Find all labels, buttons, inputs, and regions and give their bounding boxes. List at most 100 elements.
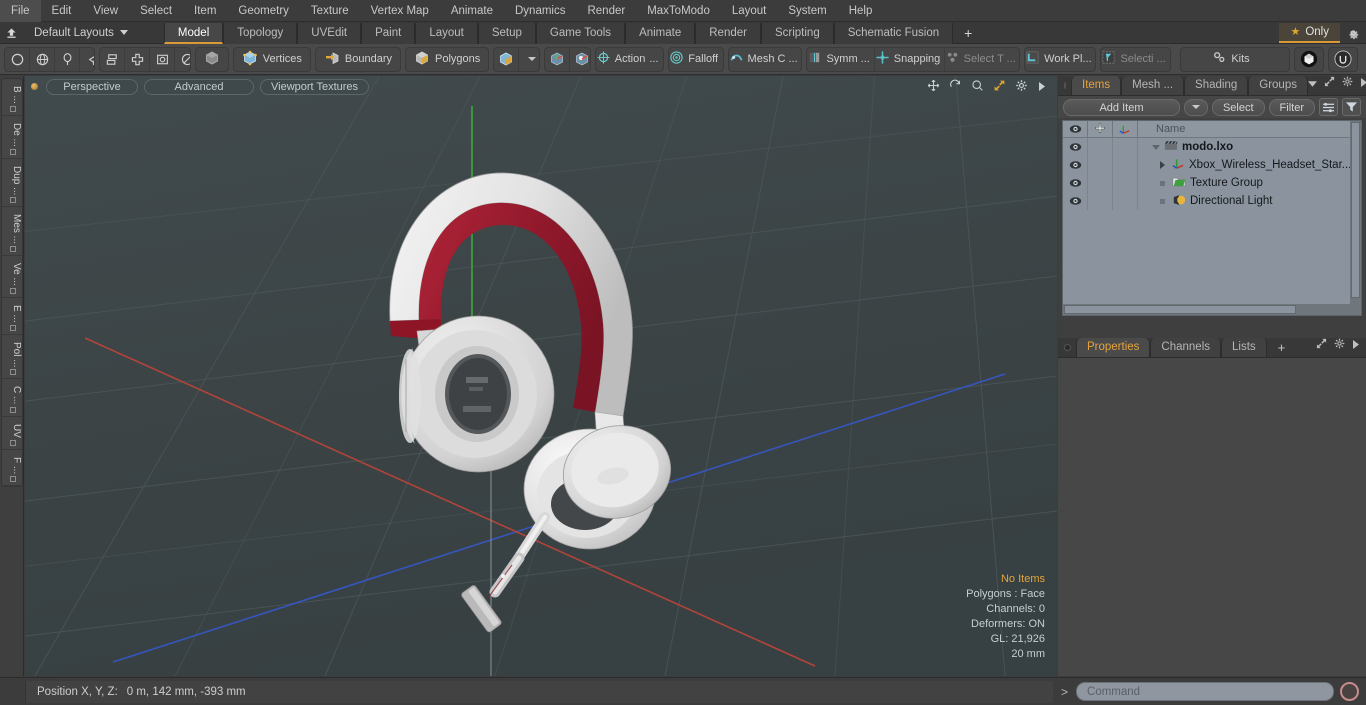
left-tab-polygon[interactable]: Pol ... <box>2 334 22 380</box>
tab-setup[interactable]: Setup <box>477 22 536 44</box>
menu-item-geometry[interactable]: Geometry <box>227 0 300 22</box>
add-item-chevron-icon[interactable] <box>1183 98 1208 116</box>
record-circle-icon[interactable] <box>1340 682 1359 701</box>
chevron-down-icon[interactable] <box>119 30 128 35</box>
mesh-constraint-button[interactable]: Mesh C ... <box>729 48 802 71</box>
connected-select-icon[interactable] <box>100 47 126 71</box>
left-tab-duplicate[interactable]: Dup ... <box>2 158 22 208</box>
menu-item-vertex-map[interactable]: Vertex Map <box>360 0 440 22</box>
tab-properties[interactable]: Properties <box>1076 338 1151 357</box>
select-through-button[interactable]: Select T ... <box>945 48 1019 71</box>
mode-vertices-button[interactable]: Vertices <box>232 46 311 72</box>
menu-item-file[interactable]: File <box>0 0 41 22</box>
tab-model[interactable]: Model <box>163 22 224 44</box>
move-view-icon[interactable] <box>927 79 940 97</box>
default-layouts-label[interactable]: Default Layouts <box>22 27 118 39</box>
filter-button[interactable]: Filter <box>1268 98 1315 116</box>
snapping-button[interactable]: Snapping <box>875 47 946 71</box>
add-tab-button[interactable]: + <box>953 23 983 44</box>
tab-paint[interactable]: Paint <box>361 22 416 44</box>
tab-uvedit[interactable]: UVEdit <box>297 22 362 44</box>
expand-select-icon[interactable] <box>125 47 151 71</box>
more-icon[interactable] <box>1360 74 1366 92</box>
gear-icon[interactable] <box>1342 74 1353 92</box>
pivot-axis-icon[interactable] <box>570 48 590 71</box>
work-plane-button[interactable]: Work Pl... <box>1025 48 1095 71</box>
left-tab-basic[interactable]: B ... <box>2 79 22 116</box>
command-input[interactable] <box>1076 682 1334 701</box>
menu-item-dynamics[interactable]: Dynamics <box>504 0 576 22</box>
tab-lists[interactable]: Lists <box>1221 338 1267 357</box>
expand-icon[interactable] <box>1324 74 1335 92</box>
kits-button[interactable]: Kits <box>1181 48 1285 71</box>
item-mode-button[interactable] <box>194 46 229 72</box>
tab-game-tools[interactable]: Game Tools <box>535 22 626 44</box>
items-panel-dot[interactable] <box>1064 82 1066 89</box>
items-tree-vscrollbar-thumb[interactable] <box>1351 122 1360 298</box>
selection-set-button[interactable]: Selecti ... <box>1101 48 1169 71</box>
viewport-shading-button[interactable]: Advanced <box>144 78 254 95</box>
tab-schematic-fusion[interactable]: Schematic Fusion <box>833 22 954 44</box>
properties-add-tab-button[interactable]: + <box>1267 338 1297 357</box>
zoom-view-icon[interactable] <box>971 79 984 97</box>
left-tab-mesh[interactable]: Mes ... <box>2 207 22 257</box>
globe-select-icon[interactable] <box>30 47 55 71</box>
left-tab-uv[interactable]: UV <box>2 416 22 450</box>
fit-view-icon[interactable] <box>993 79 1006 97</box>
center-axis-icon[interactable] <box>545 47 570 71</box>
modo-logo-icon[interactable] <box>1294 46 1324 72</box>
select-button[interactable]: Select <box>1211 98 1265 116</box>
unreal-logo-icon[interactable] <box>1328 46 1358 72</box>
tab-animate[interactable]: Animate <box>625 22 696 44</box>
menu-item-layout[interactable]: Layout <box>721 0 778 22</box>
mode-boundary-button[interactable]: Boundary <box>314 46 402 72</box>
row-visibility-toggle[interactable] <box>1063 174 1088 192</box>
row-visibility-toggle[interactable] <box>1063 156 1088 174</box>
only-toggle-button[interactable]: ★ Only <box>1279 22 1340 43</box>
table-row[interactable]: Directional Light <box>1063 192 1361 210</box>
viewport-gear-icon[interactable] <box>1015 79 1028 97</box>
table-row[interactable]: Xbox_Wireless_Headset_Star... <box>1063 156 1361 174</box>
paint-select-icon[interactable] <box>80 48 95 71</box>
circle-select-icon[interactable] <box>5 47 30 71</box>
rotate-view-icon[interactable] <box>949 79 962 97</box>
left-tab-fusion[interactable]: F ... <box>2 449 22 486</box>
menu-item-system[interactable]: System <box>777 0 837 22</box>
menu-item-texture[interactable]: Texture <box>300 0 360 22</box>
tab-shading[interactable]: Shading <box>1184 76 1249 95</box>
tab-scripting[interactable]: Scripting <box>760 22 834 44</box>
viewport-projection-button[interactable]: Perspective <box>46 78 138 95</box>
gear-icon[interactable] <box>1340 26 1366 40</box>
viewport-more-icon[interactable] <box>1037 79 1047 97</box>
items-tree-vscrollbar[interactable] <box>1350 121 1361 304</box>
action-center-button[interactable]: Action ... <box>596 48 663 71</box>
row-visibility-toggle[interactable] <box>1063 138 1088 156</box>
items-tree-hscrollbar[interactable] <box>1063 304 1361 315</box>
menu-item-maxtomodo[interactable]: MaxToModo <box>636 0 721 22</box>
viewport-state-dot[interactable] <box>31 83 38 90</box>
item-mode-chevron-icon[interactable] <box>519 48 539 71</box>
tab-channels[interactable]: Channels <box>1150 338 1222 357</box>
left-tab-curve[interactable]: C ... <box>2 379 22 417</box>
filter-funnel-icon[interactable] <box>1342 98 1361 116</box>
table-row[interactable]: modo.lxo <box>1063 138 1361 156</box>
falloff-button[interactable]: Falloff <box>669 48 723 71</box>
mode-polygons-button[interactable]: Polygons <box>405 46 490 72</box>
menu-item-view[interactable]: View <box>82 0 129 22</box>
tab-items[interactable]: Items <box>1071 76 1122 95</box>
items-tree-hscrollbar-thumb[interactable] <box>1064 305 1297 314</box>
invert-select-icon[interactable] <box>150 47 176 71</box>
more-icon[interactable] <box>1352 336 1360 354</box>
item-cube-icon[interactable] <box>494 47 520 71</box>
left-tab-vertex[interactable]: Ve ... <box>2 256 22 298</box>
tab-mesh[interactable]: Mesh ... <box>1121 76 1185 95</box>
list-options-icon[interactable] <box>1319 98 1338 116</box>
home-up-icon[interactable] <box>0 23 22 43</box>
menu-item-animate[interactable]: Animate <box>440 0 504 22</box>
tab-groups[interactable]: Groups <box>1248 76 1308 95</box>
symmetry-button[interactable]: Symm ... <box>807 47 875 71</box>
table-row[interactable]: Texture Group <box>1063 174 1361 192</box>
row-visibility-toggle[interactable] <box>1063 192 1088 210</box>
row-expander-icon[interactable] <box>1152 144 1160 150</box>
row-expander-icon[interactable] <box>1160 161 1165 169</box>
